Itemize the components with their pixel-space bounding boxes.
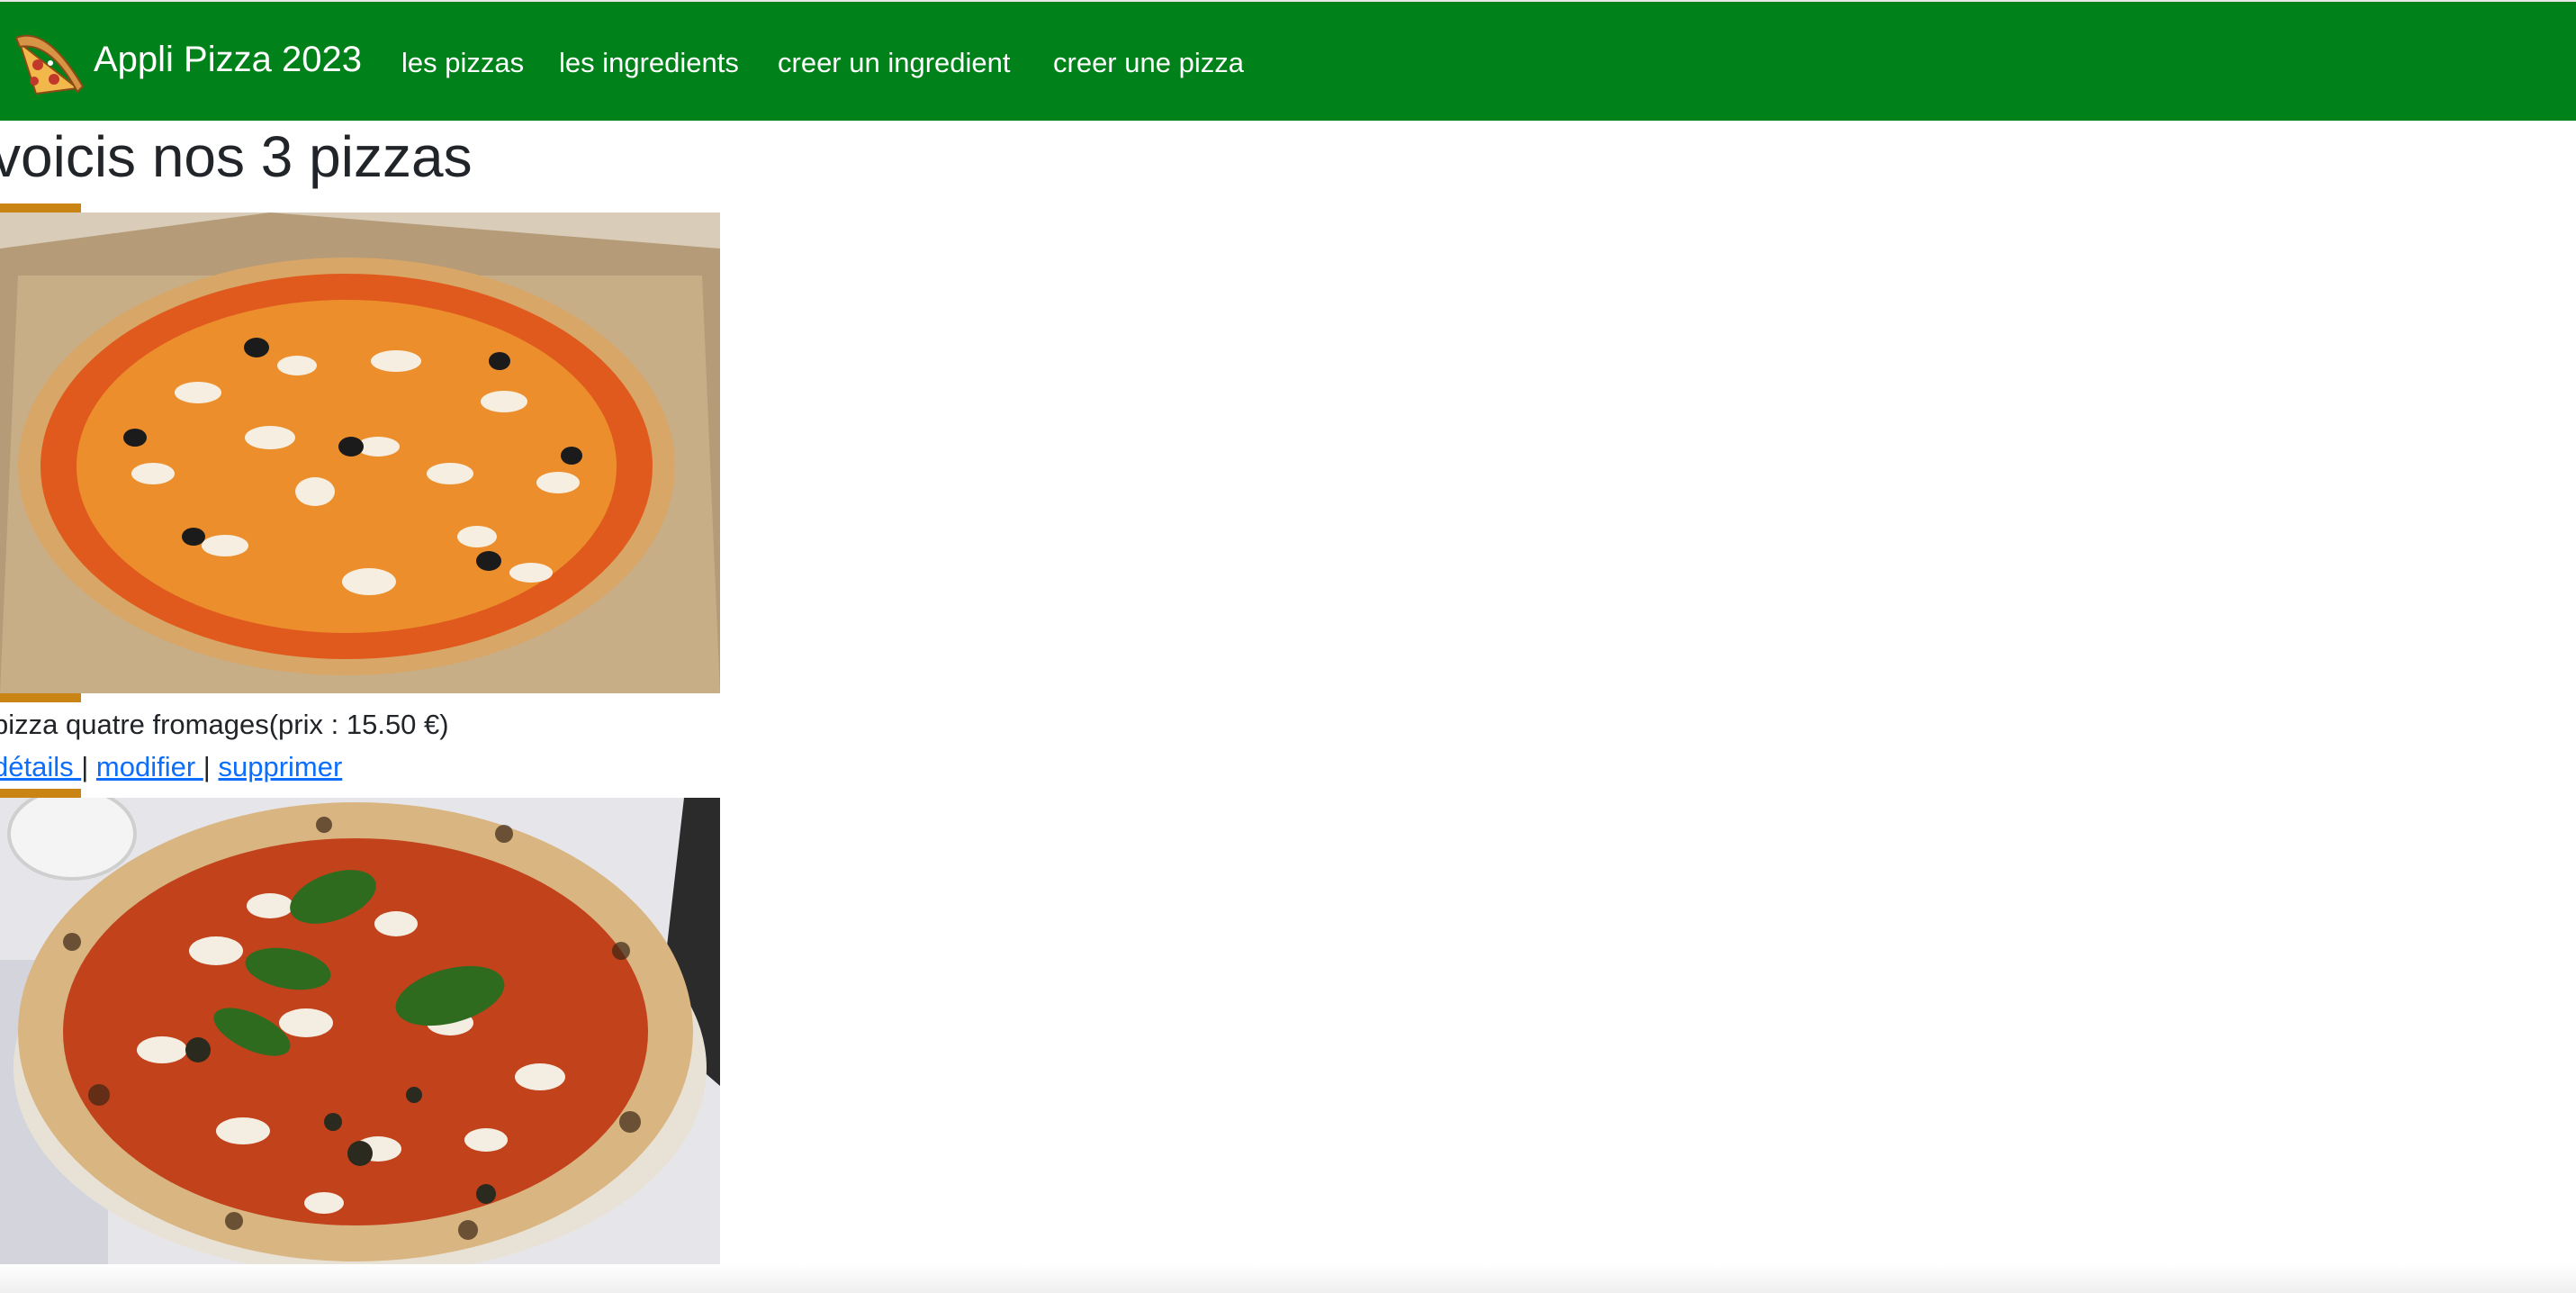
pizza-slice-icon[interactable] [11,23,86,99]
delete-link[interactable]: supprimer [218,751,342,782]
top-navbar: Appli Pizza 2023 les pizzas les ingredie… [0,0,2576,121]
pizza-napolitaine-image [0,798,720,1279]
page-title: voicis nos 3 pizzas [0,124,473,189]
separator: | [203,751,211,782]
nav-link-les-ingredients[interactable]: les ingredients [559,41,739,85]
details-link[interactable]: détails [0,751,81,782]
separator: | [81,751,89,782]
price-prefix: (prix : [268,709,347,740]
brand-title[interactable]: Appli Pizza 2023 [94,34,362,85]
price-suffix: ) [439,709,449,740]
pizza-name-price: pizza quatre fromages(prix : 15.50 €) [0,705,449,745]
page-bottom-edge [0,1264,2576,1293]
nav-link-creer-ingredient[interactable]: creer un ingredient [778,41,1011,85]
nav-link-les-pizzas[interactable]: les pizzas [401,41,524,85]
pizza-card-accent [0,203,81,212]
nav-link-creer-pizza[interactable]: creer une pizza [1053,41,1244,85]
pizza-name: pizza quatre fromages [0,709,269,740]
pizza-price: 15.50 [346,709,417,740]
pizza-card-accent [0,693,81,702]
modify-link[interactable]: modifier [96,751,203,782]
currency-symbol: € [424,709,440,740]
pizza-actions: détails | modifier | supprimer [0,747,342,787]
pizza-quatre-fromages-image [0,212,720,693]
pizza-card-accent [0,789,81,798]
